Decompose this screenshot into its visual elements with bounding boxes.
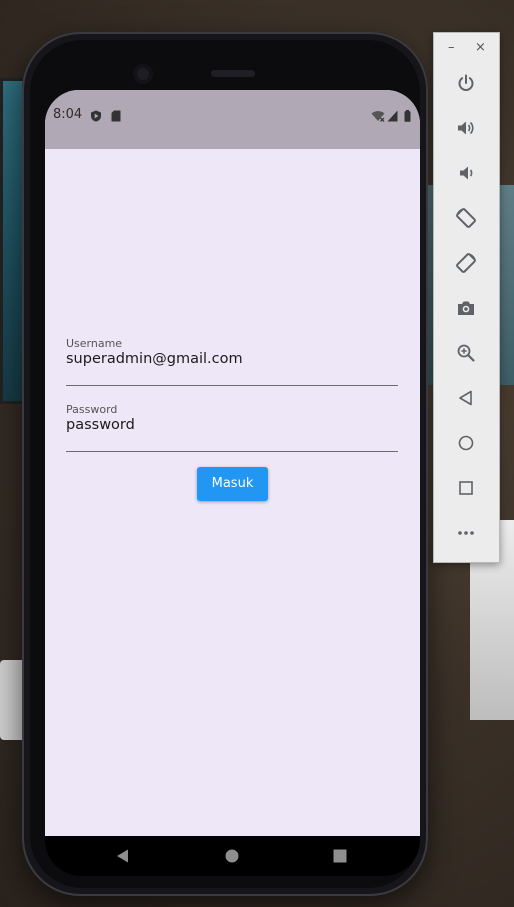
status-time: 8:04 [53, 107, 83, 122]
wifi-icon [371, 107, 385, 126]
rotate-right-icon [455, 252, 477, 278]
toolbar-back-button[interactable] [452, 386, 480, 414]
status-bar: 8:04 [45, 90, 420, 149]
camera-icon [456, 298, 476, 322]
volume-up-button[interactable] [452, 116, 480, 144]
power-button[interactable] [452, 71, 480, 99]
play-protect-icon [90, 107, 102, 126]
rotate-left-button[interactable] [452, 206, 480, 234]
sd-card-icon [111, 107, 121, 126]
rotate-right-button[interactable] [452, 251, 480, 279]
home-icon[interactable] [224, 848, 240, 864]
toolbar-overview-button[interactable] [452, 476, 480, 504]
power-icon [456, 73, 476, 97]
login-screen: Username superadmin@gmail.com Password p… [45, 149, 420, 836]
overview-icon [457, 479, 475, 501]
zoom-icon [456, 343, 476, 367]
back-icon[interactable] [115, 848, 131, 864]
phone-frame: 8:04 Username superadmin@gmail.com Passw… [22, 32, 428, 896]
login-button[interactable]: Masuk [197, 467, 268, 501]
toolbar-home-button[interactable] [452, 431, 480, 459]
screenshot-button[interactable] [452, 296, 480, 324]
zoom-button[interactable] [452, 341, 480, 369]
navigation-bar [45, 836, 420, 876]
front-camera [133, 64, 153, 84]
minimize-button[interactable]: – [448, 41, 455, 55]
volume-down-button[interactable] [452, 161, 480, 189]
more-button[interactable] [452, 521, 480, 549]
more-icon [456, 523, 476, 547]
password-input[interactable]: password [66, 417, 135, 433]
username-input[interactable]: superadmin@gmail.com [66, 351, 243, 367]
rotate-left-icon [455, 207, 477, 233]
phone-screen: 8:04 Username superadmin@gmail.com Passw… [45, 90, 420, 836]
volume-up-icon [456, 118, 476, 142]
close-button[interactable]: × [475, 41, 486, 55]
username-label: Username [66, 337, 123, 350]
password-label: Password [66, 403, 118, 416]
phone-bezel: 8:04 Username superadmin@gmail.com Passw… [30, 40, 420, 888]
volume-down-icon [456, 163, 476, 187]
emulator-toolbar: – × [433, 32, 500, 563]
password-field[interactable]: Password password [66, 403, 398, 452]
earpiece-speaker [211, 70, 255, 77]
battery-icon [404, 107, 411, 126]
overview-icon[interactable] [332, 848, 348, 864]
toolbar-window-controls: – × [434, 33, 499, 67]
back-icon [457, 389, 475, 411]
signal-icon [387, 107, 398, 126]
username-field[interactable]: Username superadmin@gmail.com [66, 337, 398, 386]
home-icon [457, 434, 475, 456]
